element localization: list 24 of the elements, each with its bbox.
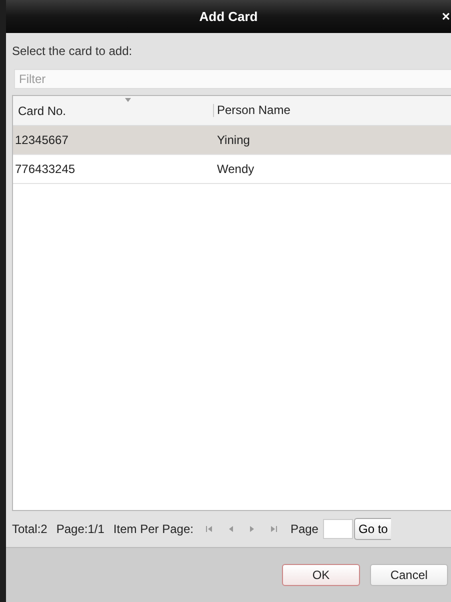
cancel-button[interactable]: Cancel	[370, 564, 448, 586]
column-header[interactable]: Card No.	[13, 104, 213, 118]
window-title: Add Card	[199, 9, 258, 24]
page-label: Page	[290, 522, 318, 536]
page-input[interactable]	[323, 519, 354, 539]
first-page-icon[interactable]	[206, 526, 212, 532]
sort-arrow-icon	[125, 98, 131, 102]
table-cell-text: Yining	[216, 133, 250, 147]
go-to-button[interactable]: Go to	[354, 518, 391, 540]
last-page-icon[interactable]	[271, 526, 278, 532]
ok-button[interactable]: OK	[282, 564, 360, 586]
previous-page-icon[interactable]	[229, 526, 234, 532]
page-indicator: Page:1/1	[56, 522, 104, 536]
table-row[interactable]: 12345667 Yining	[13, 126, 451, 155]
filter-field[interactable]: Filter	[14, 69, 451, 89]
prompt-label: Select the card to add:	[12, 43, 134, 60]
table-cell-text: Wendy	[216, 162, 254, 176]
close-button[interactable]: ×	[438, 9, 451, 23]
table-cell-text: 12345667	[14, 133, 70, 147]
column-header[interactable]: Person Name	[213, 104, 290, 117]
items-per-page-label: Item Per Page:	[113, 522, 194, 536]
table-cell-text: 776433245	[14, 162, 76, 176]
next-page-icon[interactable]	[250, 526, 254, 532]
total-count: Total:2	[12, 522, 48, 536]
